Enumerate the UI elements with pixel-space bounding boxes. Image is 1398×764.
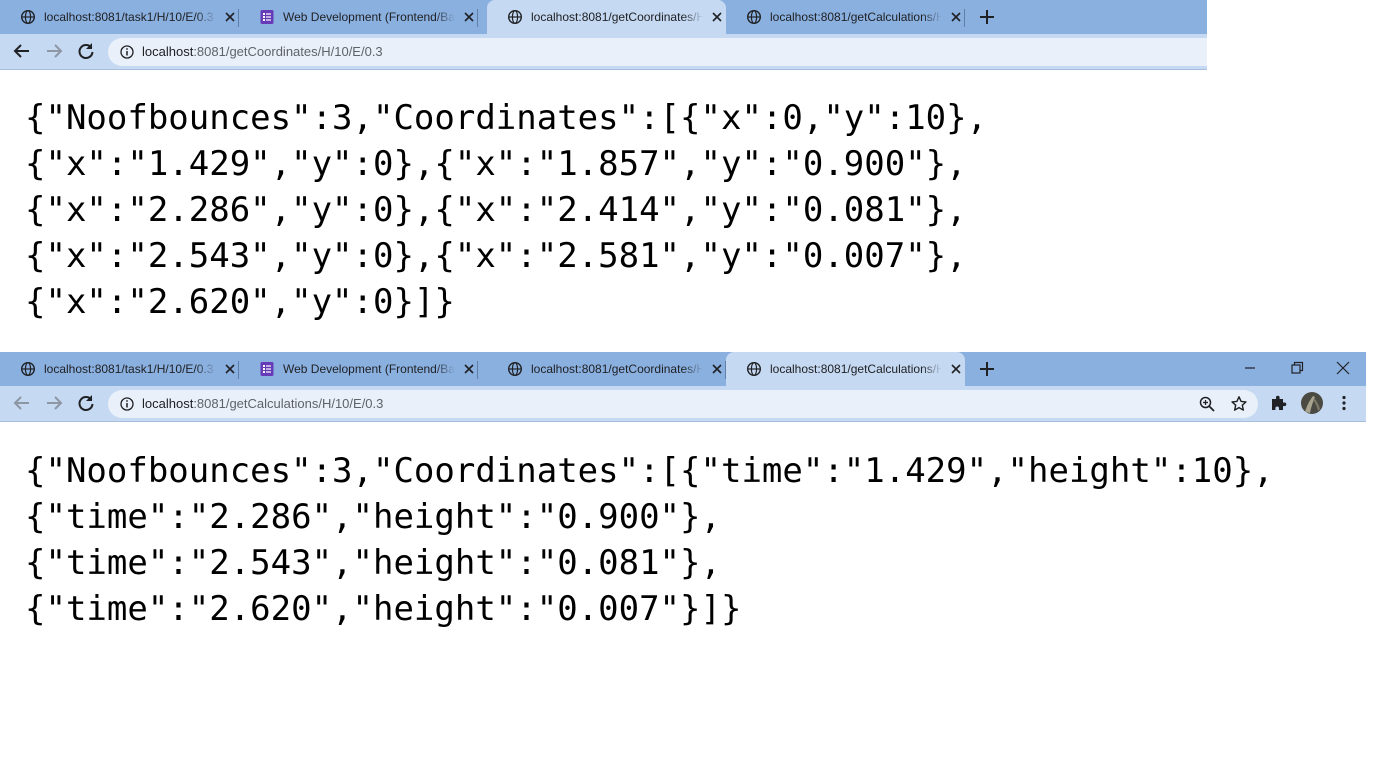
tab-title: localhost:8081/getCoordinates/H/10/E/0.3 <box>531 9 703 25</box>
close-tab-icon[interactable] <box>463 363 475 375</box>
tab-title: Web Development (Frontend/Backend) <box>283 9 455 25</box>
tab-strip: localhost:8081/task1/H/10/E/0.3 Web Deve… <box>0 0 1207 34</box>
tab-get-calculations[interactable]: localhost:8081/getCalculations/H/10/E/0.… <box>726 352 965 386</box>
globe-icon <box>20 9 36 25</box>
tab-title: localhost:8081/getCoordinates/H/10/E/0.3 <box>531 361 703 377</box>
forward-arrow-icon[interactable] <box>44 41 64 61</box>
json-line: {"x":"2.286","y":0},{"x":"2.414","y":"0.… <box>25 190 967 230</box>
json-line: {"x":"2.543","y":0},{"x":"2.581","y":"0.… <box>25 236 967 276</box>
tab-get-coordinates[interactable]: localhost:8081/getCoordinates/H/10/E/0.3 <box>487 0 726 34</box>
extensions-puzzle-icon[interactable] <box>1270 394 1288 412</box>
tab-web-development[interactable]: Web Development (Frontend/Backend) <box>239 352 478 386</box>
close-tab-icon[interactable] <box>950 11 962 23</box>
close-tab-icon[interactable] <box>711 363 723 375</box>
back-arrow-icon[interactable] <box>12 393 32 413</box>
close-window-icon[interactable] <box>1333 360 1353 376</box>
close-tab-icon[interactable] <box>463 11 475 23</box>
json-line: {"time":"2.543","height":"0.081"}, <box>25 543 721 583</box>
address-bar[interactable]: localhost:8081/getCoordinates/H/10/E/0.3 <box>108 38 1207 66</box>
close-tab-icon[interactable] <box>224 363 236 375</box>
globe-icon <box>746 9 762 25</box>
url-text: localhost:8081/getCalculations/H/10/E/0.… <box>142 396 383 412</box>
browser-window-coordinates: localhost:8081/task1/H/10/E/0.3 Web Deve… <box>0 0 1207 352</box>
forward-arrow-icon[interactable] <box>44 393 64 413</box>
tab-web-development[interactable]: Web Development (Frontend/Backend) <box>239 0 478 34</box>
json-line: {"time":"2.286","height":"0.900"}, <box>25 497 721 537</box>
browser-toolbar: localhost:8081/getCoordinates/H/10/E/0.3 <box>0 34 1207 70</box>
close-tab-icon[interactable] <box>950 363 962 375</box>
new-tab-plus-icon[interactable] <box>977 359 997 379</box>
tab-strip: localhost:8081/task1/H/10/E/0.3 Web Deve… <box>0 352 1366 386</box>
close-tab-icon[interactable] <box>224 11 236 23</box>
zoom-icon[interactable] <box>1198 395 1216 413</box>
bookmark-star-icon[interactable] <box>1230 395 1248 413</box>
url-path: :8081/getCoordinates/H/10/E/0.3 <box>193 44 383 59</box>
tab-title: localhost:8081/task1/H/10/E/0.3 <box>44 9 216 25</box>
address-bar[interactable]: localhost:8081/getCalculations/H/10/E/0.… <box>108 390 1258 418</box>
url-path: :8081/getCalculations/H/10/E/0.3 <box>193 396 384 411</box>
url-host: localhost <box>142 44 194 59</box>
more-menu-icon[interactable] <box>1335 394 1353 412</box>
browser-window-calculations: localhost:8081/task1/H/10/E/0.3 Web Deve… <box>0 352 1366 764</box>
json-line: {"x":"2.620","y":0}]} <box>25 282 455 322</box>
new-tab-plus-icon[interactable] <box>977 7 997 27</box>
json-response-body: {"Noofbounces":3,"Coordinates":[{"time":… <box>25 448 1274 632</box>
back-arrow-icon[interactable] <box>12 41 32 61</box>
json-response-body: {"Noofbounces":3,"Coordinates":[{"x":0,"… <box>25 95 987 325</box>
site-info-icon[interactable] <box>120 397 134 411</box>
forms-icon <box>260 10 274 24</box>
minimize-icon[interactable] <box>1240 360 1260 376</box>
url-host: localhost <box>142 396 194 411</box>
forms-icon <box>260 362 274 376</box>
close-tab-icon[interactable] <box>711 11 723 23</box>
tab-title: localhost:8081/getCalculations/H/10/E/0.… <box>770 361 942 377</box>
globe-icon <box>746 361 762 377</box>
profile-avatar[interactable] <box>1301 392 1323 414</box>
browser-toolbar: localhost:8081/getCalculations/H/10/E/0.… <box>0 386 1366 422</box>
globe-icon <box>507 361 523 377</box>
json-line: {"x":"1.429","y":0},{"x":"1.857","y":"0.… <box>25 144 967 184</box>
json-line: {"Noofbounces":3,"Coordinates":[{"time":… <box>25 451 1274 491</box>
restore-icon[interactable] <box>1287 360 1307 376</box>
tab-task1[interactable]: localhost:8081/task1/H/10/E/0.3 <box>0 352 239 386</box>
tab-title: Web Development (Frontend/Backend) <box>283 361 455 377</box>
tab-task1[interactable]: localhost:8081/task1/H/10/E/0.3 <box>0 0 239 34</box>
tab-get-calculations[interactable]: localhost:8081/getCalculations/H/10/E/0.… <box>726 0 965 34</box>
globe-icon <box>20 361 36 377</box>
tab-get-coordinates[interactable]: localhost:8081/getCoordinates/H/10/E/0.3 <box>487 352 726 386</box>
globe-icon <box>507 9 523 25</box>
site-info-icon[interactable] <box>120 45 134 59</box>
tab-title: localhost:8081/getCalculations/H/10/E/0.… <box>770 9 942 25</box>
url-text: localhost:8081/getCoordinates/H/10/E/0.3 <box>142 44 383 60</box>
reload-icon[interactable] <box>76 393 96 413</box>
tab-title: localhost:8081/task1/H/10/E/0.3 <box>44 361 216 377</box>
reload-icon[interactable] <box>76 41 96 61</box>
json-line: {"time":"2.620","height":"0.007"}]} <box>25 589 742 629</box>
json-line: {"Noofbounces":3,"Coordinates":[{"x":0,"… <box>25 98 988 138</box>
